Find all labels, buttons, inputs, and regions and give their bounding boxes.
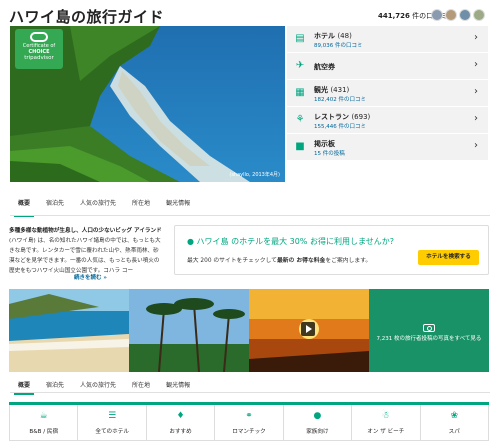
hotel-type-label: おすすめ	[169, 429, 192, 435]
hotel-type-label: 家族向け	[306, 429, 329, 435]
hotel-type-label: ロマンチック	[232, 429, 266, 435]
hotel-type-recommended[interactable]: ♦ おすすめ	[146, 405, 216, 441]
tab-location[interactable]: 所在地	[124, 195, 158, 213]
category-sub: 182,402 件の口コミ	[314, 97, 366, 103]
lotus-icon: ❀	[450, 411, 459, 421]
category-flights[interactable]: ✈ 航空券 ›	[287, 53, 488, 79]
hotel-type-spa[interactable]: ❀ スパ	[420, 405, 489, 441]
certificate-of-choice-badge: Certificate of CHOICE tripadvisor	[15, 29, 63, 69]
divider	[10, 215, 490, 216]
tab-hotels[interactable]: 宿泊先	[38, 195, 72, 213]
category-label: 観光 (431)	[314, 86, 350, 94]
avatar[interactable]	[445, 9, 457, 21]
photo-sunset-video[interactable]	[249, 289, 369, 372]
category-restaurants[interactable]: ⚘ レストラン (693) 155,446 件の口コミ ›	[287, 107, 488, 133]
sticky-section-tabs: 概要 宿泊先 人気の旅行先 所在地 観光情報	[10, 378, 198, 395]
photo-palms[interactable]	[129, 289, 249, 372]
category-label: 掲示板	[314, 140, 335, 148]
avatar[interactable]	[431, 9, 443, 21]
category-sub: 15 件の投稿	[314, 151, 345, 157]
badge-brand: tripadvisor	[24, 55, 54, 61]
family-icon: ●	[313, 411, 322, 421]
tab-travel-info[interactable]: 観光情報	[158, 195, 198, 213]
camera-icon	[423, 324, 435, 332]
photo-strip: 7,231 枚の旅行者投稿の写真をすべて見る	[9, 289, 489, 372]
hotel-type-label: オン ザ ビーチ	[367, 429, 405, 435]
category-panel: ▤ ホテル (48) 89,036 件の口コミ › ✈ 航空券 › ▦ 観光 (…	[287, 26, 488, 161]
tag-icon: ♦	[176, 411, 185, 421]
beach-photo	[9, 289, 129, 372]
lightbulb-icon: ●	[187, 237, 194, 246]
divider	[10, 392, 490, 393]
review-count-number: 441,726	[378, 12, 410, 20]
tab-location[interactable]: 所在地	[124, 378, 158, 392]
coffee-icon: ☕	[39, 411, 48, 421]
category-label: ホテル (48)	[314, 32, 352, 40]
chevron-right-icon: ›	[474, 113, 478, 124]
bed-icon: ▤	[295, 33, 305, 44]
palm-icon: ☃	[381, 411, 390, 421]
search-hotels-button[interactable]: ホテルを検索する	[418, 250, 479, 265]
avatar[interactable]	[459, 9, 471, 21]
destination-description: 多種多様な動植物が生息し、人口の少ないビッグ アイランド (ハワイ島) は、名の…	[9, 226, 164, 278]
chevron-right-icon: ›	[474, 32, 478, 43]
page-title: ハワイ島の旅行ガイド	[9, 8, 165, 26]
avatar[interactable]	[473, 9, 485, 21]
category-label: レストラン (693)	[314, 113, 371, 121]
page-header: ハワイ島の旅行ガイド 441,726 件の口コミ	[0, 0, 500, 26]
hotel-type-bnb[interactable]: ☕ B&B / 民宿	[9, 405, 79, 441]
promo-title: ● ハワイ島 のホテルを最大 30% お得に利用しませんか?	[187, 237, 394, 246]
category-hotels[interactable]: ▤ ホテル (48) 89,036 件の口コミ ›	[287, 26, 488, 52]
tab-popular-destinations[interactable]: 人気の旅行先	[72, 378, 124, 392]
tab-popular-destinations[interactable]: 人気の旅行先	[72, 195, 124, 213]
tab-overview[interactable]: 概要	[10, 378, 38, 395]
description-body: (ハワイ島) は、名の知れたハワイ諸島の中では、もっとも大きな島です。レンタカー…	[9, 238, 161, 274]
hotel-type-bar: ☕ B&B / 民宿 ☰ 全てのホテル ♦ おすすめ ⚭ ロマンチック ● 家族…	[9, 402, 489, 441]
category-label: 航空券	[314, 63, 335, 71]
tab-travel-info[interactable]: 観光情報	[158, 378, 198, 392]
promo-subtitle: 最大 200 のサイトをチェックして最新の お得な料金をご案内します。	[187, 258, 372, 264]
hotel-type-all[interactable]: ☰ 全てのホテル	[78, 405, 147, 441]
palms-photo	[129, 289, 249, 372]
read-more-link[interactable]: 続きを読む »	[74, 273, 107, 281]
chevron-right-icon: ›	[474, 140, 478, 151]
hotel-type-beach[interactable]: ☃ オン ザ ビーチ	[352, 405, 421, 441]
photo-all-photos[interactable]: 7,231 枚の旅行者投稿の写真をすべて見る	[369, 289, 489, 372]
all-photos-link[interactable]: 7,231 枚の旅行者投稿の写真をすべて見る	[369, 334, 489, 342]
category-sub: 89,036 件の口コミ	[314, 43, 363, 49]
hotel-type-label: 全てのホテル	[95, 429, 129, 435]
hero-image[interactable]: Certificate of CHOICE tripadvisor (shayl…	[10, 26, 285, 182]
ticket-icon: ▦	[295, 87, 305, 98]
hotel-type-label: B&B / 民宿	[29, 429, 59, 435]
chat-icon: ■	[295, 141, 305, 152]
photo-credit: (shayllo, 2013年4月)	[229, 172, 280, 178]
chevron-right-icon: ›	[474, 59, 478, 70]
plane-icon: ✈	[295, 60, 305, 71]
hotel-promo-box: ● ハワイ島 のホテルを最大 30% お得に利用しませんか? 最大 200 のサ…	[174, 225, 489, 275]
section-tabs: 概要 宿泊先 人気の旅行先 所在地 観光情報	[10, 195, 198, 217]
hotel-type-family[interactable]: ● 家族向け	[283, 405, 353, 441]
chevron-right-icon: ›	[474, 86, 478, 97]
category-attractions[interactable]: ▦ 観光 (431) 182,402 件の口コミ ›	[287, 80, 488, 106]
tab-hotels[interactable]: 宿泊先	[38, 378, 72, 392]
rings-icon: ⚭	[245, 411, 253, 421]
photo-beach[interactable]	[9, 289, 129, 372]
list-icon: ☰	[108, 411, 117, 421]
hotel-type-label: スパ	[448, 429, 460, 435]
category-sub: 155,446 件の口コミ	[314, 124, 366, 130]
fork-knife-icon: ⚘	[295, 114, 305, 125]
description-lead: 多種多様な動植物が生息し、人口の少ないビッグ アイランド	[9, 228, 162, 234]
hotel-type-romantic[interactable]: ⚭ ロマンチック	[215, 405, 284, 441]
tab-overview[interactable]: 概要	[10, 195, 38, 217]
owl-logo-icon	[30, 32, 48, 42]
play-icon[interactable]	[301, 322, 315, 336]
category-forum[interactable]: ■ 掲示板 15 件の投稿 ›	[287, 134, 488, 160]
reviewer-avatars[interactable]	[431, 9, 487, 21]
